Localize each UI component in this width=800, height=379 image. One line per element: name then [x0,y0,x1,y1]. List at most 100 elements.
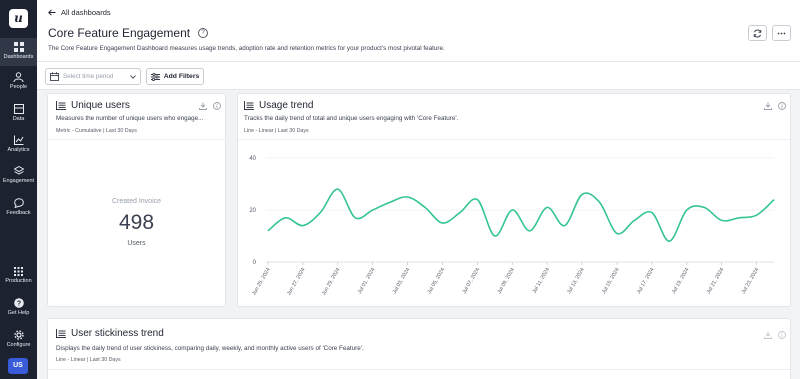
page-description: The Core Feature Engagement Dashboard me… [48,45,445,52]
refresh-icon [753,29,762,38]
y-tick-label: 0 [253,260,257,266]
sidebar-item-feedback[interactable]: Feedback [0,198,37,216]
app-logo[interactable]: u [9,9,28,28]
time-period-placeholder: Select time period [63,73,114,80]
usage-trend-card: Usage trend Tracks the daily trend of to… [237,93,791,307]
metric-value: 498 [118,211,155,234]
card-meta: Line - Linear | Last 30 Days [244,128,309,134]
more-options-button[interactable] [772,25,791,41]
dashboards-icon [13,42,24,52]
chevron-down-icon [130,74,136,79]
card-actions [764,102,786,110]
sidebar-item-label: People [9,84,28,90]
info-icon[interactable] [778,331,786,339]
analytics-icon [13,135,23,145]
line-chart-widget-icon [244,101,254,110]
download-icon[interactable] [199,102,207,110]
metric-unit: Users [127,240,146,247]
metric-label: Created Invoice [111,198,162,205]
x-tick-label: Jul 21, 2024 [706,267,726,295]
people-icon [13,72,24,82]
refresh-button[interactable] [748,25,767,41]
back-link[interactable]: All dashboards [48,8,111,17]
card-title: Unique users [56,100,130,111]
x-tick-label: Jul 19, 2024 [671,267,691,295]
y-tick-label: 20 [249,208,256,214]
add-filters-button[interactable]: Add Filters [146,68,204,85]
metric-widget-icon [56,101,66,110]
card-title-text: Usage trend [259,100,314,111]
sidebar-item-label: Data [12,116,25,122]
card-divider [48,369,790,370]
download-icon[interactable] [764,102,772,110]
x-tick-label: Jul 09, 2024 [496,267,516,295]
x-tick-label: Jul 11, 2024 [531,267,550,295]
x-tick-label: Jul 07, 2024 [461,267,481,295]
production-grid-icon [14,267,23,276]
add-filters-label: Add Filters [163,73,200,80]
sidebar-item-label: Configure [6,342,31,348]
svg-text:?: ? [16,301,20,308]
x-tick-label: Jul 23, 2024 [741,267,761,295]
filter-bar: Select time period Add Filters [37,62,800,90]
info-icon[interactable] [213,102,221,110]
sidebar-item-get-help[interactable]: ? Get Help [0,298,37,316]
sidebar-item-dashboards[interactable]: Dashboards [0,38,37,66]
calendar-icon [50,72,59,81]
sidebar-item-label: Feedback [6,210,31,216]
data-icon [13,104,24,114]
x-tick-label: Jul 01, 2024 [357,267,377,295]
sidebar-item-people[interactable]: People [0,72,37,90]
more-horizontal-icon [777,32,786,35]
sidebar: u Dashboards People Data Analytics Engag… [0,0,37,379]
x-tick-label: Jun 29, 2024 [321,267,342,297]
sidebar-item-analytics[interactable]: Analytics [0,135,37,153]
card-meta: Line - Linear | Last 30 Days [56,357,121,363]
info-icon[interactable] [778,102,786,110]
x-tick-label: Jun 27, 2024 [286,267,307,297]
page-title-text: Core Feature Engagement [48,26,191,40]
user-avatar[interactable]: US [8,358,28,374]
x-tick-label: Jul 17, 2024 [636,267,656,295]
usage-trend-chart: 0 20 40 Jun 25, 2024 Jun 27, 2024 Jun 29, 202… [249,156,775,297]
unique-users-card: Unique users Measures the number of uniq… [47,93,226,307]
usage-series-line [267,188,775,242]
sidebar-item-data[interactable]: Data [0,104,37,122]
sidebar-item-label: Engagement [2,178,35,184]
card-description: Tracks the daily trend of total and uniq… [244,115,459,122]
line-chart-widget-icon [56,329,66,338]
sidebar-item-production[interactable]: Production [0,267,37,284]
sidebar-item-label: Production [5,278,32,284]
x-tick-label: Jul 03, 2024 [392,267,412,295]
time-period-select[interactable]: Select time period [45,68,141,85]
card-actions [199,102,221,110]
sidebar-item-label: Dashboards [3,54,34,60]
engagement-icon [13,166,24,175]
card-actions [764,331,786,339]
card-description: Displays the daily trend of user stickin… [56,345,364,352]
x-tick-label: Jun 25, 2024 [251,267,272,297]
page-header: All dashboards Core Feature Engagement ?… [37,0,800,62]
help-icon: ? [13,298,24,308]
x-tick-label: Jul 05, 2024 [427,267,447,295]
page-title: Core Feature Engagement ? [48,26,209,40]
card-title-text: Unique users [71,100,130,111]
x-tick-label: Jul 13, 2024 [566,267,586,295]
card-title: Usage trend [244,100,313,111]
card-divider [48,139,225,140]
card-description: Measures the number of unique users who … [56,115,204,122]
download-icon[interactable] [764,331,772,339]
sidebar-item-engagement[interactable]: Engagement [0,166,37,184]
arrow-left-icon [48,9,56,16]
sidebar-item-label: Analytics [7,147,30,153]
y-tick-label: 40 [249,156,256,162]
feedback-icon [13,198,24,208]
back-link-label: All dashboards [61,8,111,17]
gear-icon [13,330,24,340]
sidebar-item-configure[interactable]: Configure [0,330,37,348]
card-meta: Metric - Cumulative | Last 30 Days [56,128,137,134]
filter-sliders-icon [150,72,160,81]
x-tick-label: Jul 15, 2024 [601,267,621,295]
card-title: User stickiness trend [56,328,164,339]
help-circle-icon[interactable]: ? [198,28,209,38]
